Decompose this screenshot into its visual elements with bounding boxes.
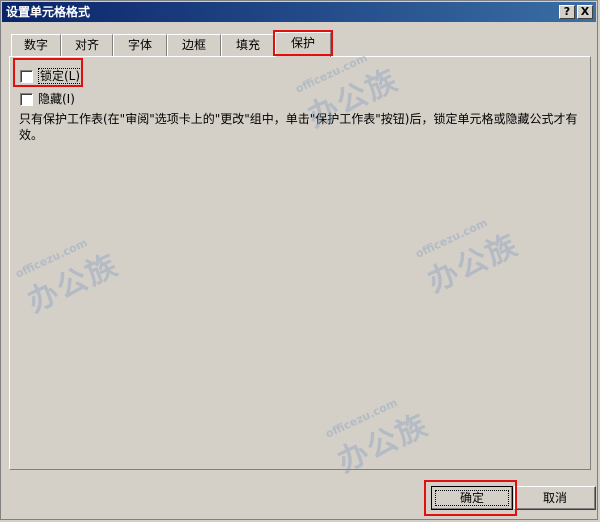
hidden-label: 隐藏(I) [38, 92, 75, 106]
tab-border[interactable]: 边框 [167, 34, 221, 56]
close-button[interactable]: X [577, 5, 593, 19]
cancel-button-label: 取消 [542, 491, 567, 505]
hidden-option[interactable]: 隐藏(I) [20, 91, 75, 107]
ok-button-highlight [424, 480, 517, 516]
help-button[interactable]: ? [559, 5, 575, 19]
protection-description: 只有保护工作表(在"审阅"选项卡上的"更改"组中，单击"保护工作表"按钮)后，锁… [19, 112, 578, 142]
hidden-checkbox[interactable] [20, 93, 33, 106]
tab-fill[interactable]: 填充 [221, 34, 275, 56]
tab-font[interactable]: 字体 [113, 34, 167, 56]
cancel-button[interactable]: 取消 [514, 486, 596, 510]
dialog-title: 设置单元格格式 [6, 5, 91, 19]
tab-number[interactable]: 数字 [11, 34, 61, 56]
dialog-titlebar: 设置单元格格式 ? X [2, 2, 596, 22]
protection-tab-highlight [273, 30, 333, 56]
locked-option-highlight [13, 58, 83, 87]
tab-alignment[interactable]: 对齐 [61, 34, 113, 56]
format-cells-dialog: 设置单元格格式 ? X 数字 对齐 字体 边框 填充 保护 锁定(L) 隐藏(I… [0, 0, 598, 520]
